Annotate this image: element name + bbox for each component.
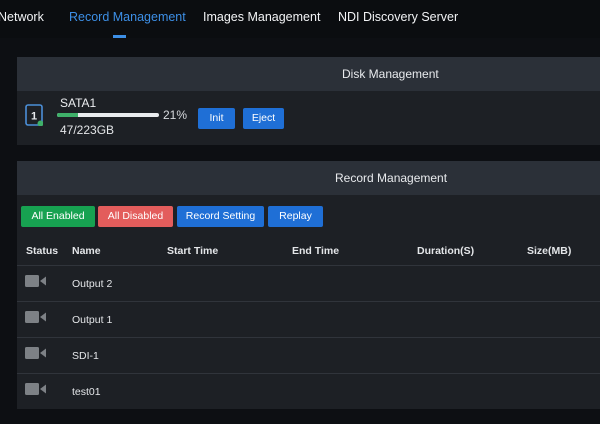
row-name: Output 2: [72, 278, 113, 290]
table-row[interactable]: SDI-1: [17, 337, 600, 374]
camera-icon: [25, 347, 46, 359]
record-panel-title: Record Management: [335, 171, 448, 185]
top-nav: Network Record Management Images Managem…: [0, 0, 600, 38]
camera-icon: [25, 275, 46, 287]
disk-usage-bar: [57, 113, 159, 117]
table-row[interactable]: test01: [17, 373, 600, 410]
disk-usage-fill: [57, 113, 79, 117]
column-header-duration: Duration(S): [417, 245, 475, 257]
column-header-name: Name: [72, 245, 101, 257]
disk-size: 47/223GB: [60, 123, 115, 137]
active-tab-indicator: [113, 35, 126, 38]
all-enabled-button[interactable]: All Enabled: [21, 206, 95, 227]
column-header-start-time: Start Time: [167, 245, 219, 257]
disk-panel-title: Disk Management: [342, 67, 439, 81]
record-setting-button[interactable]: Record Setting: [177, 206, 264, 227]
tab-images-management[interactable]: Images Management: [203, 10, 320, 24]
column-header-end-time: End Time: [292, 245, 340, 257]
disk-name: SATA1: [60, 96, 97, 110]
disk-row: 1 SATA1 21% 47/223GB Init Eject: [17, 91, 600, 145]
record-management-panel: Record Management All Enabled All Disabl…: [17, 161, 600, 409]
camera-icon: [25, 311, 46, 323]
disk-panel-header: Disk Management: [17, 57, 600, 91]
disk-number: 1: [31, 111, 37, 123]
table-row[interactable]: Output 1: [17, 301, 600, 338]
column-header-size: Size(MB): [527, 245, 572, 257]
tab-network[interactable]: Network: [0, 10, 44, 24]
tab-record-management[interactable]: Record Management: [69, 10, 186, 24]
disk-drive-icon: 1: [25, 104, 43, 126]
disk-status-dot: [37, 120, 43, 126]
row-name: Output 1: [72, 314, 113, 326]
disk-management-panel: Disk Management 1 SATA1 21% 47/223GB Ini…: [17, 57, 600, 145]
init-button[interactable]: Init: [198, 108, 235, 129]
column-header-status: Status: [26, 245, 59, 257]
tab-ndi-discovery-server[interactable]: NDI Discovery Server: [338, 10, 458, 24]
record-panel-header: Record Management: [17, 161, 600, 195]
row-name: SDI-1: [72, 350, 99, 362]
row-name: test01: [72, 386, 101, 398]
table-row[interactable]: Output 2: [17, 265, 600, 302]
camera-icon: [25, 383, 46, 395]
eject-button[interactable]: Eject: [243, 108, 284, 129]
replay-button[interactable]: Replay: [268, 206, 323, 227]
disk-usage-percent: 21%: [163, 108, 188, 122]
all-disabled-button[interactable]: All Disabled: [98, 206, 173, 227]
